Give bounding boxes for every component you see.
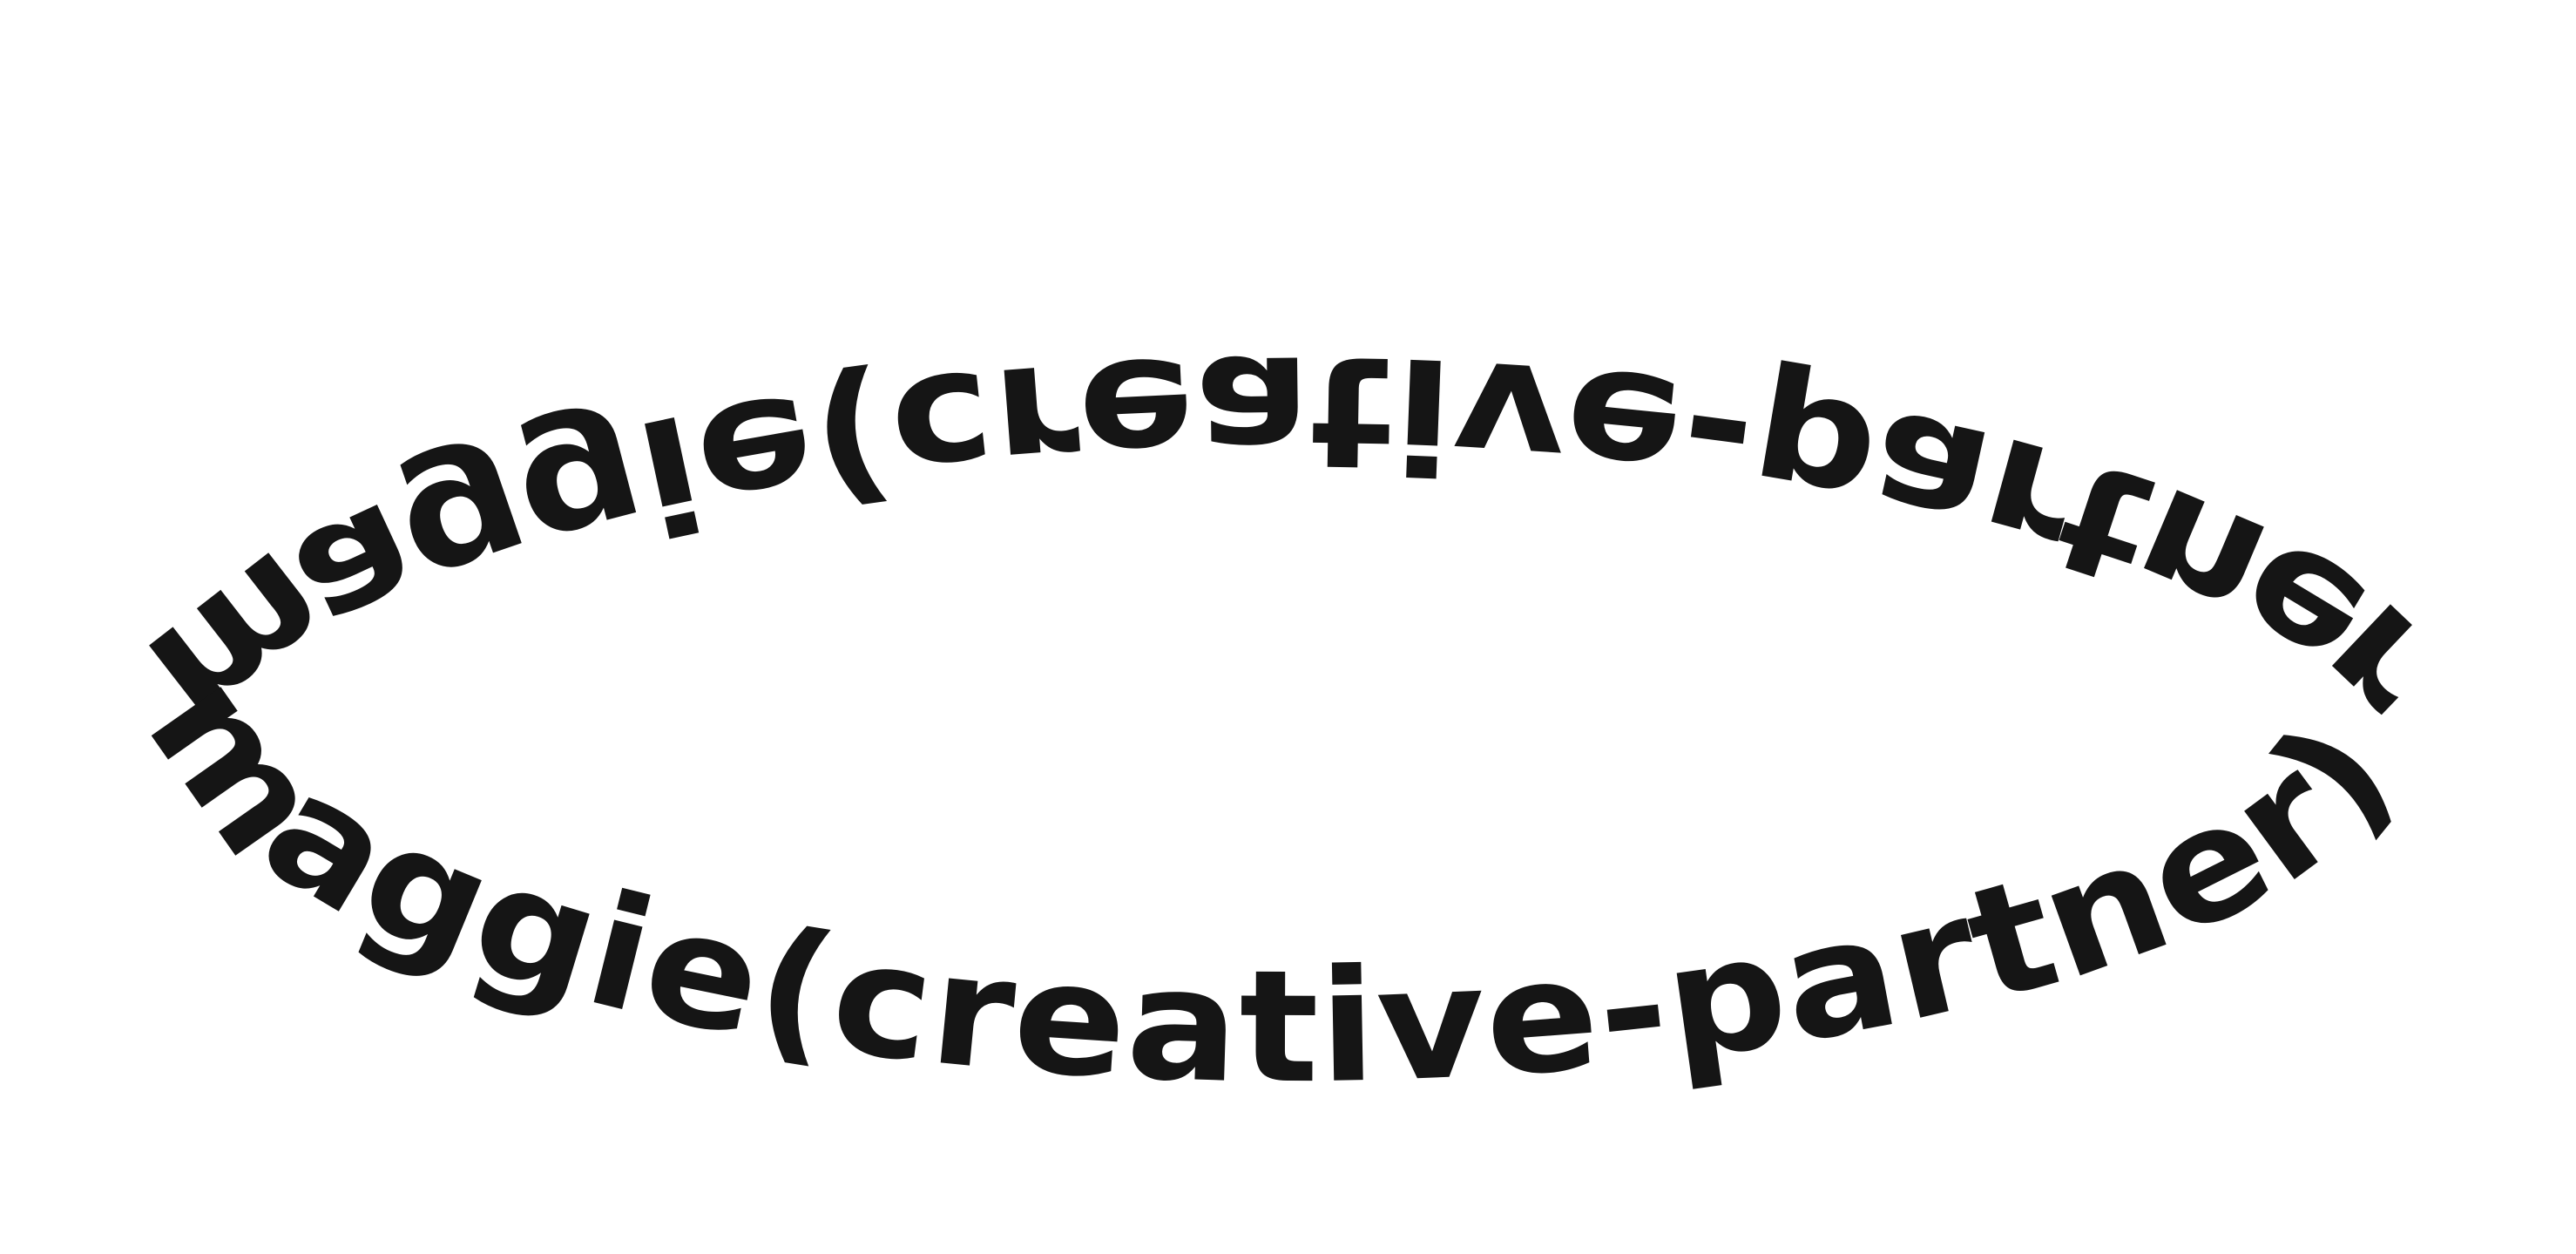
front-ring-group: maggie(creative-partner) <box>113 641 2429 1117</box>
rotating-text-ring: maggie(creative-partner) maggie(creative… <box>113 0 2576 1117</box>
back-ring-label: maggie(creative-partner) <box>115 0 2576 768</box>
back-ring-group: maggie(creative-partner) <box>115 0 2576 768</box>
front-ring-text: maggie(creative-partner) <box>113 641 2429 1117</box>
back-ring-text: maggie(creative-partner) <box>115 0 2576 768</box>
front-ring-label: maggie(creative-partner) <box>113 641 2427 1117</box>
